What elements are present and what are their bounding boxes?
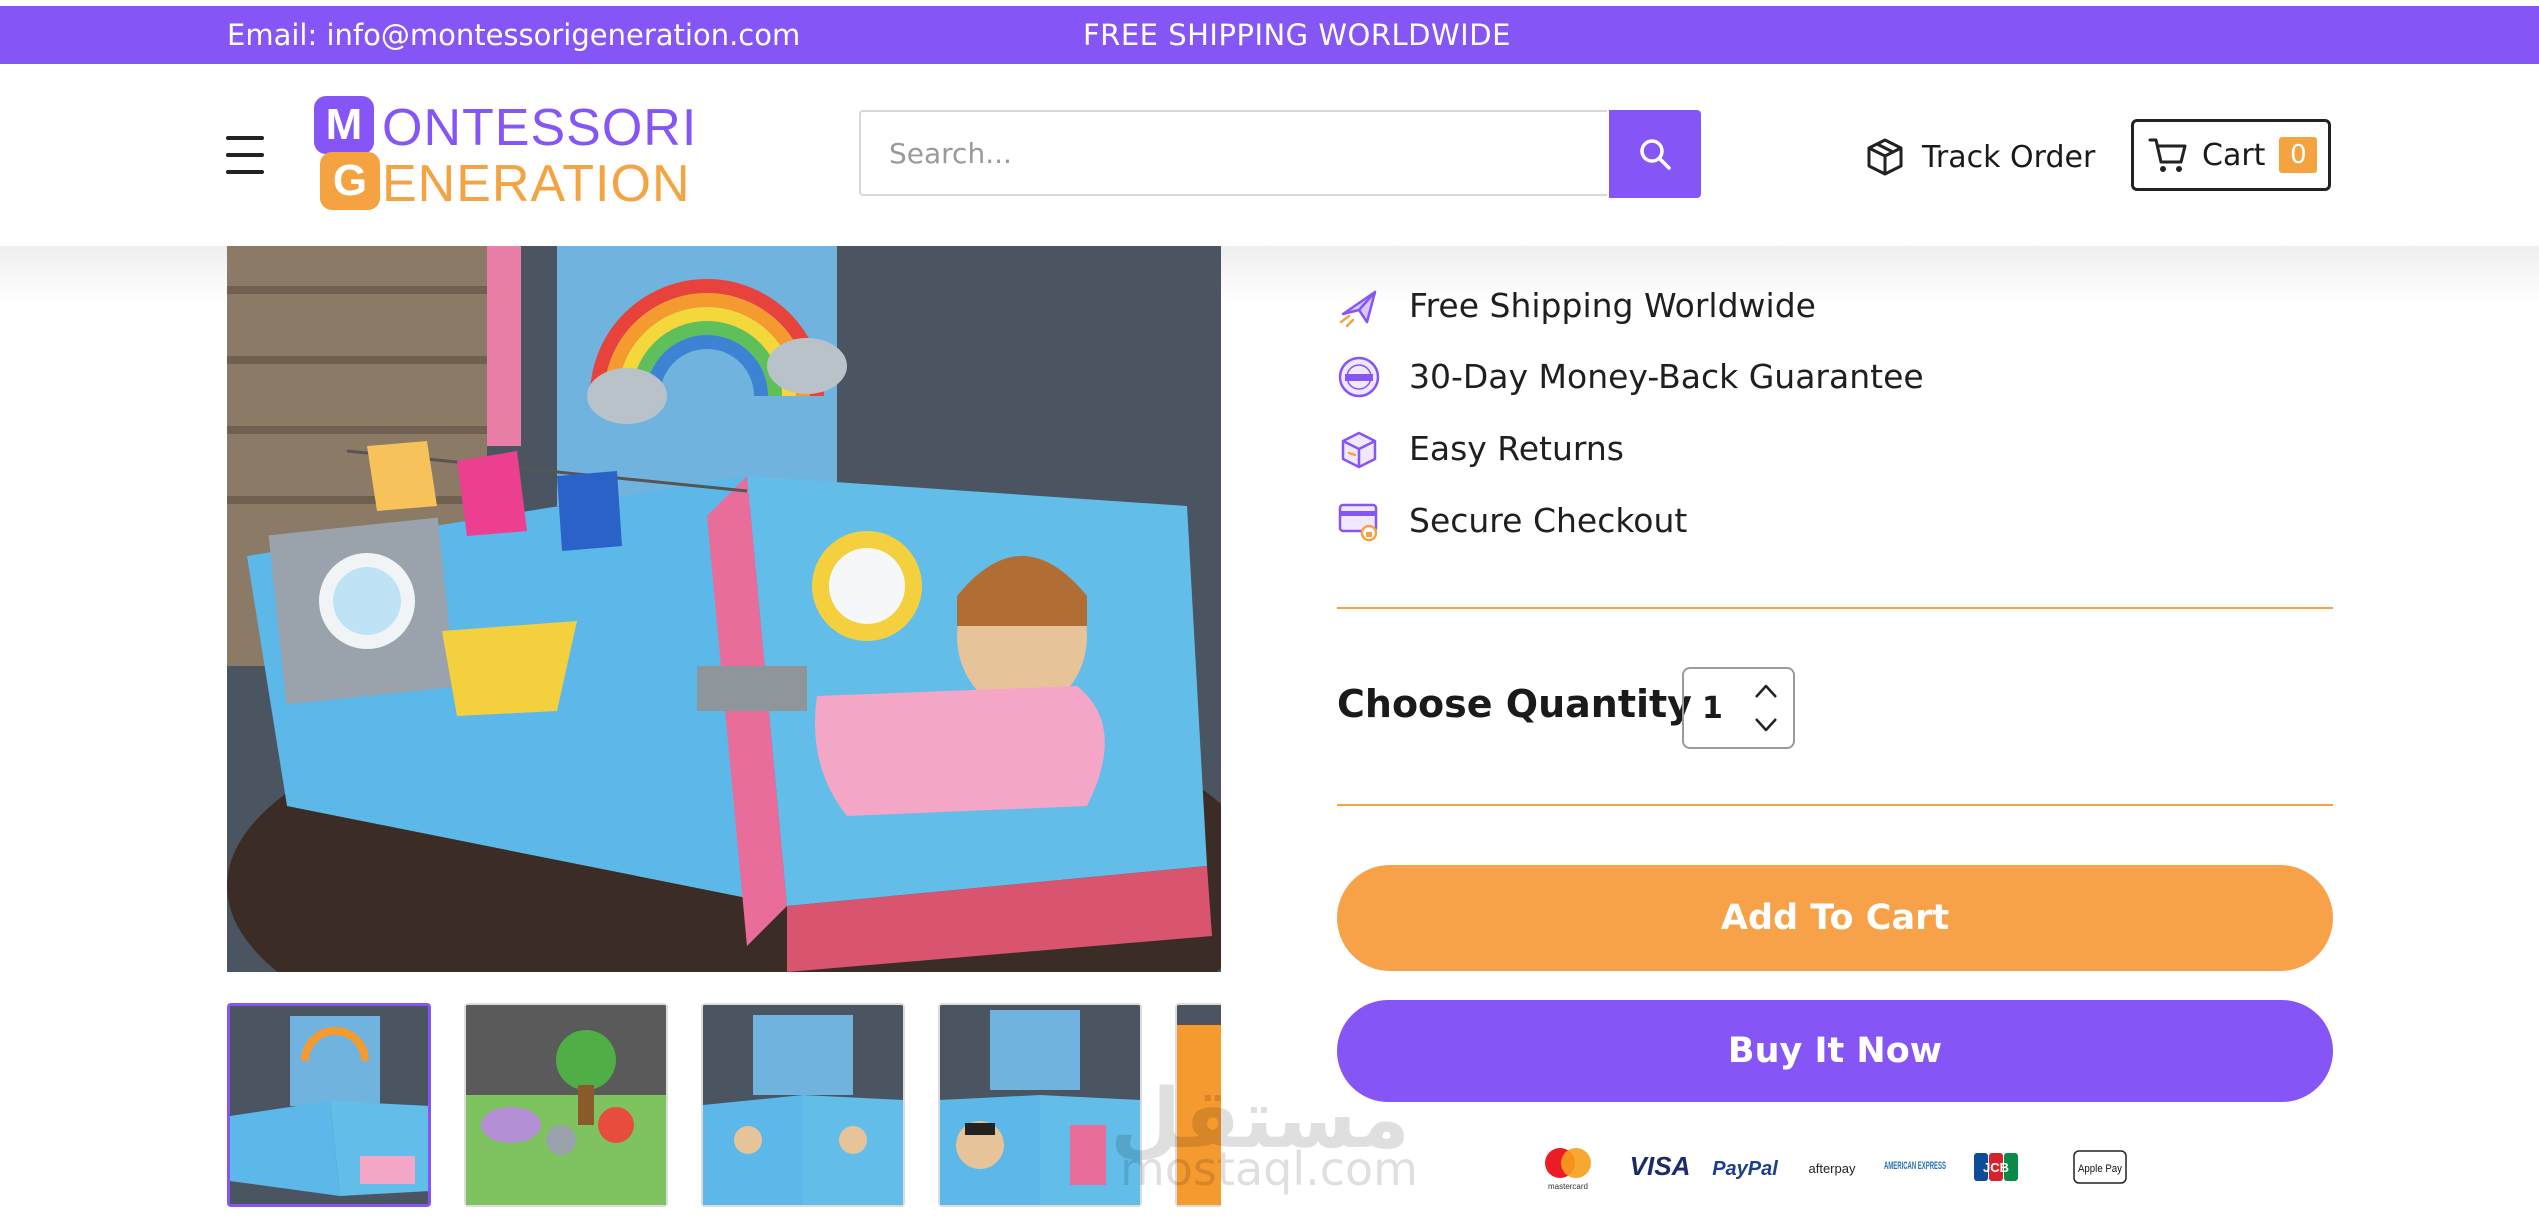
amex-icon: AMERICAN EXPRESS <box>1884 1160 1946 1172</box>
payment-label: mastercard <box>1548 1182 1588 1191</box>
free-shipping-banner: FREE SHIPPING WORLDWIDE <box>1083 18 1511 52</box>
chevron-down-icon[interactable] <box>1752 713 1780 737</box>
cart-button[interactable]: Cart 0 <box>2131 119 2331 191</box>
add-to-cart-button[interactable]: Add To Cart <box>1337 865 2333 971</box>
mastercard-icon: mastercard <box>1545 1148 1591 1191</box>
divider <box>1337 804 2333 806</box>
thumbnail-2[interactable] <box>464 1003 668 1207</box>
cart-count-badge: 0 <box>2279 137 2318 173</box>
divider <box>1337 607 2333 609</box>
thumbnail-1[interactable] <box>227 1003 431 1207</box>
feature-label: 30-Day Money-Back Guarantee <box>1409 357 1924 396</box>
track-order-link[interactable]: Track Order <box>1866 132 2095 182</box>
thumbnail-image <box>230 1006 428 1204</box>
payment-label: AMERICAN EXPRESS <box>1884 1160 1946 1172</box>
paypal-icon: PayPal <box>1712 1158 1778 1180</box>
jcb-icon: JCB <box>1974 1153 2018 1181</box>
site-logo[interactable]: M ONTESSORI G ENERATION <box>312 94 696 218</box>
feature-label: Easy Returns <box>1409 429 1624 468</box>
payment-label: afterpay <box>1809 1161 1856 1176</box>
logo-line-2: ENERATION <box>382 155 691 213</box>
quantity-stepper[interactable]: 1 <box>1682 667 1795 749</box>
felt-busy-book-illustration <box>227 246 1221 972</box>
announcement-bar: Email: info@montessorigeneration.com FRE… <box>0 6 2539 64</box>
feature-item: 30-Day Money-Back Guarantee <box>1337 355 2037 401</box>
feature-item: Free Shipping Worldwide <box>1337 284 2037 330</box>
payment-label: PayPal <box>1712 1158 1778 1180</box>
payment-methods: mastercard VISA PayPal afterpay AMERICAN… <box>1540 1143 2127 1193</box>
quantity-value[interactable]: 1 <box>1702 691 1723 726</box>
feature-item: Secure Checkout <box>1337 499 2037 545</box>
plane-icon <box>1339 290 1377 328</box>
feature-label: Secure Checkout <box>1409 501 1688 540</box>
watermark-latin: mostaql.com <box>1120 1142 1418 1196</box>
contact-email[interactable]: Email: info@montessorigeneration.com <box>227 6 800 64</box>
watermark: مستقل mostaql.com <box>1110 1072 1440 1200</box>
package-icon <box>1867 138 1903 176</box>
search-bar <box>859 110 1701 200</box>
quantity-label: Choose Quantity <box>1337 682 1692 726</box>
logo-g-badge: G <box>320 152 380 210</box>
payment-label: VISA <box>1630 1151 1691 1181</box>
payment-label: Apple Pay <box>2078 1163 2122 1175</box>
apple-pay-icon: Apple Pay <box>2073 1150 2127 1184</box>
return-box-icon <box>1341 431 1377 469</box>
product-main-image[interactable] <box>227 246 1221 972</box>
buy-now-button[interactable]: Buy It Now <box>1337 1000 2333 1102</box>
feature-item: Easy Returns <box>1337 427 2037 473</box>
thumbnail-image <box>466 1005 666 1205</box>
payment-label: JCB <box>1983 1160 2009 1175</box>
secure-card-icon <box>1338 503 1378 542</box>
guarantee-badge-icon <box>1338 356 1380 398</box>
cart-label: Cart <box>2202 137 2266 173</box>
search-icon <box>1640 139 1671 170</box>
thumbnail-image <box>703 1005 903 1205</box>
feature-label: Free Shipping Worldwide <box>1409 286 1816 325</box>
afterpay-icon: afterpay <box>1809 1161 1856 1176</box>
thumbnail-3[interactable] <box>701 1003 905 1207</box>
cart-icon <box>2148 138 2187 172</box>
chevron-up-icon[interactable] <box>1752 679 1780 703</box>
logo-m-badge: M <box>314 96 374 154</box>
site-header: M ONTESSORI G ENERATION Track Order Cart… <box>0 64 2539 246</box>
track-order-label: Track Order <box>1922 139 2096 175</box>
search-input[interactable] <box>859 110 1607 196</box>
menu-icon[interactable] <box>226 134 264 176</box>
visa-icon: VISA <box>1630 1151 1691 1181</box>
logo-line-1: ONTESSORI <box>382 99 698 157</box>
thumbnail-strip <box>227 1000 1221 1210</box>
search-button[interactable] <box>1609 110 1701 198</box>
